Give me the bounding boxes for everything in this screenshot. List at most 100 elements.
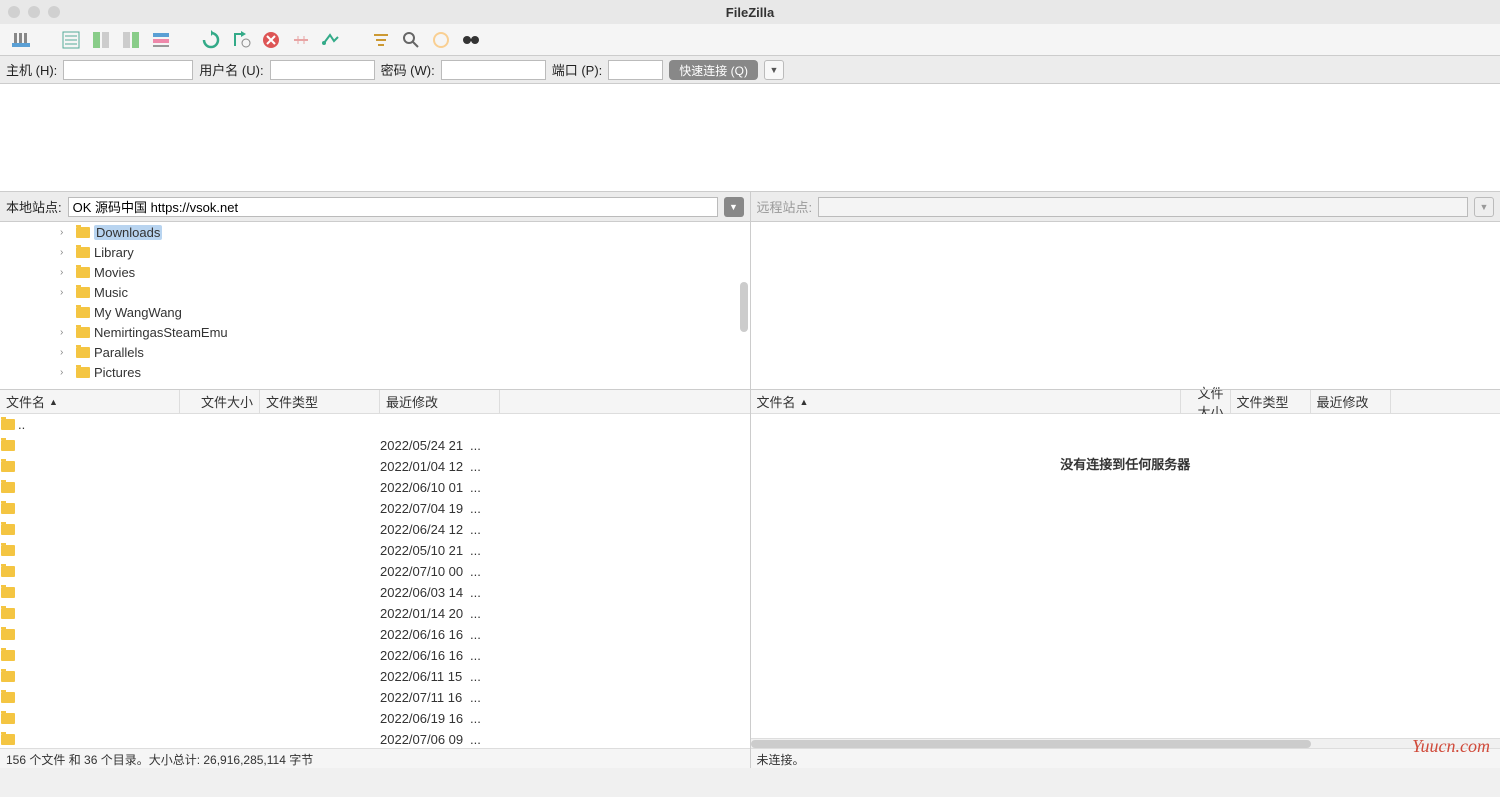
filter-icon[interactable] [368,27,394,53]
col-filetype[interactable]: 文件类型 [1231,390,1311,413]
watermark: Yuucn.com [1412,736,1490,757]
toggle-local-tree-icon[interactable] [88,27,114,53]
tree-item[interactable]: › NemirtingasSteamEmu [0,322,750,342]
col-filesize[interactable]: 文件大小 [180,390,260,413]
window-title: FileZilla [726,5,774,20]
tree-item[interactable]: › Music [0,282,750,302]
file-modified: 2022/07/11 16 [380,690,470,705]
tree-item-label: Parallels [94,345,144,360]
folder-icon [1,461,15,472]
col-modified[interactable]: 最近修改 [1311,390,1391,413]
folder-icon [76,307,90,318]
list-item[interactable]: 2022/01/04 12... [0,456,750,477]
sync-icon[interactable] [428,27,454,53]
local-tree[interactable]: ›Downloads›Library›Movies›MusicMy WangWa… [0,222,750,390]
list-item[interactable]: .. [0,414,750,435]
expand-arrow-icon[interactable]: › [60,327,72,338]
remote-pane: 远程站点: ▼ 文件名▲ 文件大小 文件类型 最近修改 没有连接到任何服务器 未… [751,192,1500,768]
horizontal-scrollbar[interactable] [751,738,1500,748]
list-item[interactable]: 2022/06/24 12... [0,519,750,540]
col-filesize[interactable]: 文件大小 [1181,390,1231,413]
window-titlebar: FileZilla [0,0,1500,24]
list-item[interactable]: 2022/06/11 15... [0,666,750,687]
username-input[interactable] [270,60,375,80]
local-list-header: 文件名▲ 文件大小 文件类型 最近修改 [0,390,750,414]
remote-site-input[interactable] [818,197,1468,217]
list-item[interactable]: 2022/05/10 21... [0,540,750,561]
close-window-icon[interactable] [8,6,20,18]
expand-arrow-icon[interactable]: › [60,347,72,358]
file-name: .. [16,417,180,432]
tree-item[interactable]: My WangWang [0,302,750,322]
tree-item-label: NemirtingasSteamEmu [94,325,228,340]
expand-arrow-icon[interactable]: › [60,247,72,258]
local-site-input[interactable] [68,197,718,217]
list-item[interactable]: 2022/06/16 16... [0,624,750,645]
remote-file-list[interactable]: 没有连接到任何服务器 [751,414,1500,738]
toggle-log-icon[interactable] [58,27,84,53]
process-queue-icon[interactable] [228,27,254,53]
remote-tree[interactable] [751,222,1500,390]
list-item[interactable]: 2022/01/14 20... [0,603,750,624]
password-input[interactable] [441,60,546,80]
port-input[interactable] [608,60,663,80]
tree-item-label: Movies [94,265,135,280]
toggle-queue-icon[interactable] [148,27,174,53]
remote-site-dropdown-icon[interactable]: ▼ [1474,197,1494,217]
not-connected-message: 没有连接到任何服务器 [751,414,1500,473]
quickconnect-dropdown-icon[interactable]: ▼ [764,60,784,80]
list-item[interactable]: 2022/06/03 14... [0,582,750,603]
tree-item[interactable]: ›Pictures [0,362,750,382]
col-filename[interactable]: 文件名▲ [0,390,180,413]
cancel-icon[interactable] [258,27,284,53]
list-item[interactable]: 2022/06/19 16... [0,708,750,729]
file-modified: 2022/06/10 01 [380,480,470,495]
site-manager-icon[interactable] [8,27,34,53]
col-filetype[interactable]: 文件类型 [260,390,380,413]
scrollbar-thumb[interactable] [740,282,748,332]
list-item[interactable]: 2022/07/11 16... [0,687,750,708]
list-item[interactable]: 2022/07/06 09... [0,729,750,748]
quickconnect-button[interactable]: 快速连接 (Q) [669,60,758,80]
compare-icon[interactable] [458,27,484,53]
refresh-icon[interactable] [198,27,224,53]
col-filename[interactable]: 文件名▲ [751,390,1181,413]
tree-item[interactable]: ›Downloads [0,222,750,242]
search-icon[interactable] [398,27,424,53]
list-item[interactable]: 2022/07/10 00... [0,561,750,582]
list-item[interactable]: 2022/06/10 01... [0,477,750,498]
local-site-dropdown-icon[interactable]: ▼ [724,197,744,217]
tree-item-label: Music [94,285,128,300]
col-modified[interactable]: 最近修改 [380,390,500,413]
tree-item-label: My WangWang [94,305,182,320]
minimize-window-icon[interactable] [28,6,40,18]
expand-arrow-icon[interactable]: › [60,287,72,298]
tree-item[interactable]: ›Library [0,242,750,262]
file-modified: 2022/05/10 21 [380,543,470,558]
tree-item[interactable]: › Movies [0,262,750,282]
expand-arrow-icon[interactable]: › [60,367,72,378]
tree-item[interactable]: › Parallels [0,342,750,362]
maximize-window-icon[interactable] [48,6,60,18]
host-input[interactable] [63,60,193,80]
file-modified: 2022/01/04 12 [380,459,470,474]
file-modified: 2022/06/11 15 [380,669,470,684]
folder-icon [1,524,15,535]
disconnect-icon[interactable] [288,27,314,53]
folder-icon [1,482,15,493]
expand-arrow-icon[interactable]: › [60,227,72,238]
message-log[interactable] [0,84,1500,192]
folder-icon [1,629,15,640]
scrollbar-thumb[interactable] [751,740,1311,748]
file-modified: 2022/06/03 14 [380,585,470,600]
folder-icon [76,247,90,258]
list-item[interactable]: 2022/05/24 21... [0,435,750,456]
local-file-list[interactable]: ..2022/05/24 21...2022/01/04 12...2022/0… [0,414,750,748]
expand-arrow-icon[interactable]: › [60,267,72,278]
sort-asc-icon: ▲ [49,397,58,407]
reconnect-icon[interactable] [318,27,344,53]
list-item[interactable]: 2022/07/04 19... [0,498,750,519]
list-item[interactable]: 2022/06/16 16... [0,645,750,666]
toggle-remote-tree-icon[interactable] [118,27,144,53]
folder-icon [76,227,90,238]
